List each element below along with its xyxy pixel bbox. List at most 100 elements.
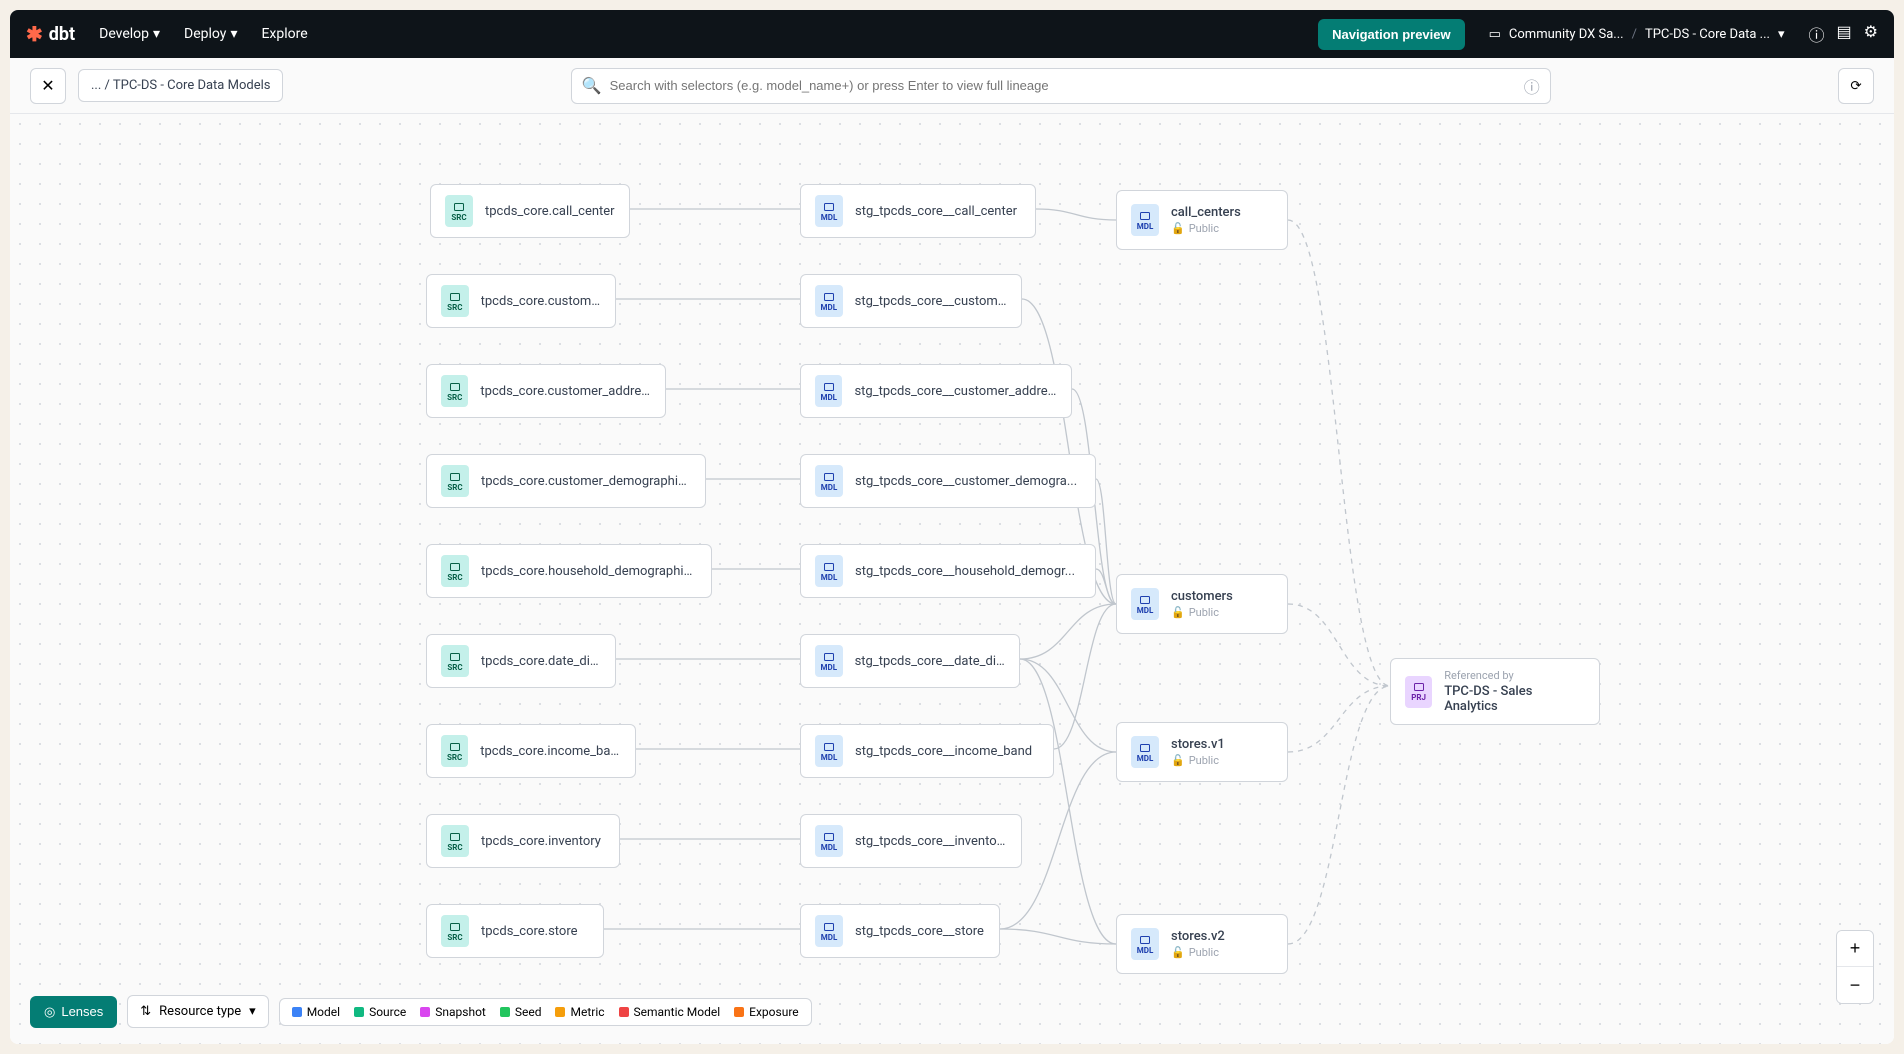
nav-explore[interactable]: Explore — [261, 26, 307, 42]
lineage-node[interactable]: MDL stg_tpcds_core__store — [800, 904, 1000, 958]
node-label: stg_tpcds_core__customer_demogra... — [855, 474, 1077, 489]
bottom-bar: ◎Lenses ⇅ Resource type ▾ Model Source Sna… — [30, 995, 812, 1028]
badge-src-badge: SRC — [441, 645, 469, 677]
legend-item: Seed — [500, 1005, 542, 1019]
node-label: stg_tpcds_core__store — [855, 924, 984, 939]
lineage-node[interactable]: SRCtpcds_core.inventory — [426, 814, 620, 868]
node-label: tpcds_core.household_demographics — [481, 564, 697, 579]
badge-mdl-badge: MDL — [815, 465, 843, 497]
badge-src-badge: SRC — [441, 825, 469, 857]
node-label: tpcds_core.store — [481, 924, 578, 939]
badge-mdl-badge: MDL — [815, 735, 843, 767]
node-visibility: 🔓Public — [1171, 754, 1225, 767]
lock-icon: 🔓 — [1171, 754, 1185, 767]
badge-mdl-badge: MDL — [1131, 736, 1159, 768]
zoom-in-button[interactable]: + — [1837, 931, 1873, 967]
lineage-canvas[interactable]: SRCtpcds_core.call_centerSRCtpcds_core.c… — [10, 114, 1894, 1044]
chevron-down-icon: ▾ — [1778, 27, 1785, 42]
nav-develop[interactable]: Develop▾ — [99, 26, 160, 42]
node-title: stores.v2 — [1171, 929, 1225, 944]
badge-src-badge: SRC — [441, 915, 469, 947]
top-nav: ✱ dbt Develop▾ Deploy▾ Explore Navigatio… — [10, 10, 1894, 58]
badge-mdl-badge: MDL — [815, 375, 842, 407]
chat-icon[interactable]: ▤ — [1837, 22, 1852, 46]
lineage-node[interactable]: SRCtpcds_core.customer_address — [426, 364, 666, 418]
node-title: customers — [1171, 589, 1233, 604]
lineage-node[interactable]: SRC tpcds_core.store — [426, 904, 604, 958]
badge-mdl-badge: MDL — [1131, 928, 1159, 960]
help-icon[interactable]: ⓘ — [1809, 22, 1825, 46]
chevron-down-icon: ▾ — [230, 26, 237, 42]
node-label: stg_tpcds_core__call_center — [855, 204, 1017, 219]
refresh-button[interactable]: ⟳ — [1838, 68, 1874, 104]
legend-item: Snapshot — [420, 1005, 486, 1019]
node-visibility: 🔓Public — [1171, 222, 1241, 235]
lineage-search[interactable]: 🔍 ⓘ — [571, 68, 1551, 104]
lineage-node[interactable]: SRCtpcds_core.income_band — [426, 724, 636, 778]
lineage-node[interactable]: MDL stg_tpcds_core__call_center — [800, 184, 1036, 238]
node-visibility: 🔓Public — [1171, 606, 1233, 619]
badge-mdl-badge: MDL — [815, 195, 843, 227]
badge-mdl-badge: MDL — [815, 915, 843, 947]
lineage-node[interactable]: SRC tpcds_core.date_dim — [426, 634, 616, 688]
node-label: stg_tpcds_core__customer — [855, 294, 1007, 309]
node-title: call_centers — [1171, 205, 1241, 220]
lineage-node[interactable]: MDLstores.v1🔓Public — [1116, 722, 1288, 782]
lock-icon: 🔓 — [1171, 606, 1185, 619]
nav-deploy[interactable]: Deploy▾ — [184, 26, 237, 42]
filter-icon: ⇅ — [140, 1004, 151, 1019]
badge-mdl-badge: MDL — [1131, 204, 1159, 236]
lock-icon: 🔓 — [1171, 946, 1185, 959]
zoom-controls: + − — [1836, 930, 1874, 1004]
search-input[interactable] — [610, 78, 1524, 93]
legend-item: Model — [292, 1005, 340, 1019]
lineage-node[interactable]: SRC tpcds_core.household_demographics — [426, 544, 712, 598]
badge-mdl-badge: MDL — [815, 825, 843, 857]
logo-text: dbt — [49, 24, 75, 45]
lineage-node[interactable]: MDL call_centers 🔓Public — [1116, 190, 1288, 250]
badge-src-badge: SRC — [441, 465, 469, 497]
resource-type-select[interactable]: ⇅ Resource type ▾ — [127, 995, 268, 1028]
badge-src-badge: SRC — [441, 735, 468, 767]
lineage-node[interactable]: MDL stg_tpcds_core__customer — [800, 274, 1022, 328]
gear-icon[interactable]: ⚙ — [1864, 22, 1878, 46]
lineage-node[interactable]: SRCtpcds_core.customer — [426, 274, 616, 328]
breadcrumb-chip[interactable]: ... / TPC-DS - Core Data Models — [78, 69, 283, 102]
node-label: stg_tpcds_core__date_dim — [855, 654, 1005, 669]
lineage-node[interactable]: MDL stg_tpcds_core__customer_demogra... — [800, 454, 1096, 508]
node-label: stg_tpcds_core__inventory — [855, 834, 1007, 849]
lenses-button[interactable]: ◎Lenses — [30, 996, 117, 1028]
node-pretext: Referenced by — [1444, 669, 1585, 682]
lineage-node[interactable]: MDLstg_tpcds_core__household_demogr... — [800, 544, 1096, 598]
lineage-node[interactable]: MDL stg_tpcds_core__income_band — [800, 724, 1054, 778]
navigation-preview-button[interactable]: Navigation preview — [1318, 19, 1464, 50]
logo: ✱ dbt — [26, 22, 75, 46]
node-label: tpcds_core.customer_demographics — [481, 474, 691, 489]
lineage-project-node[interactable]: PRJReferenced byTPC-DS - Sales Analytics — [1390, 658, 1600, 725]
search-icon: 🔍 — [582, 76, 602, 95]
legend: ModelSourceSnapshotSeedMetricSemantic Mo… — [279, 998, 812, 1026]
logo-mark: ✱ — [26, 22, 43, 46]
close-button[interactable]: ✕ — [30, 68, 66, 104]
lineage-node[interactable]: MDLstg_tpcds_core__date_dim — [800, 634, 1020, 688]
lineage-node[interactable]: MDL stg_tpcds_core__inventory — [800, 814, 1022, 868]
node-label: stg_tpcds_core__income_band — [855, 744, 1032, 759]
lineage-node[interactable]: MDL stg_tpcds_core__customer_address — [800, 364, 1072, 418]
lineage-node[interactable]: SRC tpcds_core.customer_demographics — [426, 454, 706, 508]
lineage-node[interactable]: MDLcustomers🔓Public — [1116, 574, 1288, 634]
chevron-down-icon: ▾ — [153, 26, 160, 42]
legend-item: Exposure — [734, 1005, 798, 1019]
node-label: stg_tpcds_core__customer_address — [854, 384, 1057, 399]
lineage-node[interactable]: MDLstores.v2🔓Public — [1116, 914, 1288, 974]
node-label: tpcds_core.date_dim — [481, 654, 601, 669]
zoom-out-button[interactable]: − — [1837, 967, 1873, 1003]
legend-item: Metric — [555, 1005, 604, 1019]
badge-src-badge: SRC — [441, 555, 469, 587]
info-icon[interactable]: ⓘ — [1524, 74, 1540, 98]
chevron-down-icon: ▾ — [249, 1004, 256, 1019]
current-page[interactable]: TPC-DS - Core Data ... — [1645, 27, 1770, 42]
project-name[interactable]: Community DX Sa... — [1509, 27, 1624, 42]
lineage-node[interactable]: SRCtpcds_core.call_center — [430, 184, 630, 238]
badge-mdl-badge: MDL — [815, 285, 843, 317]
legend-item: Source — [354, 1005, 406, 1019]
